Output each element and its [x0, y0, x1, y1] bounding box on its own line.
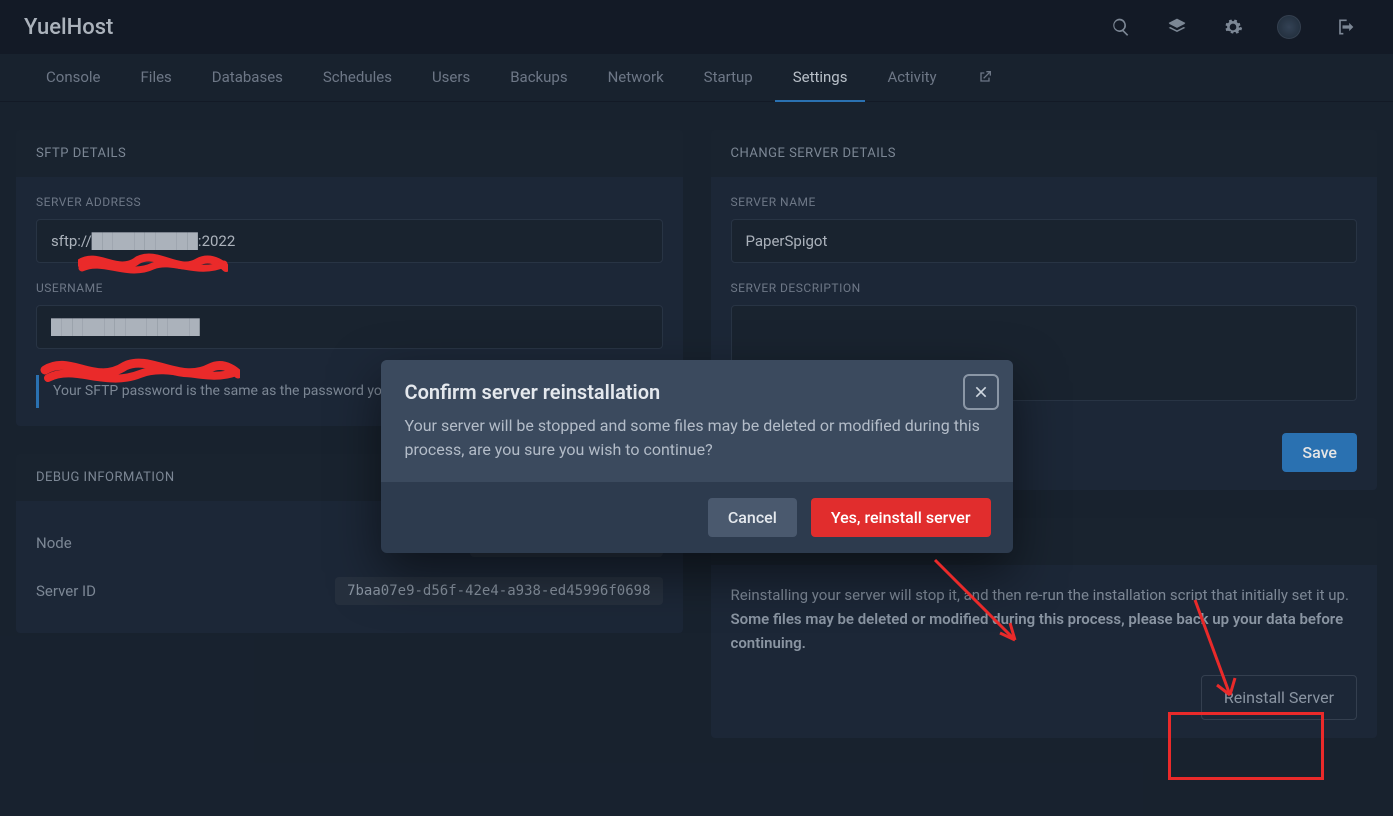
- modal-title: Confirm server reinstallation: [405, 380, 989, 404]
- modal-confirm-button[interactable]: Yes, reinstall server: [811, 498, 991, 537]
- close-icon: [973, 384, 989, 400]
- modal-close-button[interactable]: [963, 374, 999, 410]
- modal-body: Your server will be stopped and some fil…: [405, 414, 989, 462]
- confirm-modal: Confirm server reinstallation Your serve…: [381, 360, 1013, 553]
- modal-overlay: Confirm server reinstallation Your serve…: [0, 0, 1393, 816]
- modal-cancel-button[interactable]: Cancel: [708, 498, 797, 537]
